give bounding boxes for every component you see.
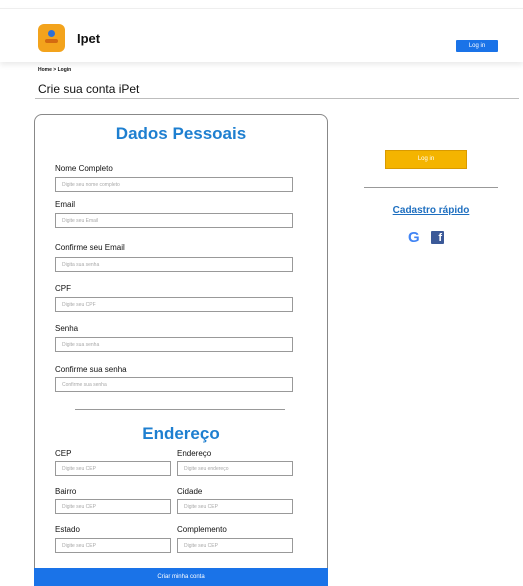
- confirm-email-label: Confirme seu Email: [55, 243, 125, 252]
- top-header: Ipet Log in: [0, 8, 523, 62]
- city-label: Cidade: [177, 487, 203, 496]
- complement-label: Complemento: [177, 525, 227, 534]
- sidebar-divider: [364, 187, 498, 188]
- cpf-label: CPF: [55, 284, 71, 293]
- email-label: Email: [55, 200, 76, 209]
- address-title: Endereço: [142, 424, 220, 443]
- section-divider: [75, 409, 285, 410]
- google-icon[interactable]: G: [408, 230, 420, 245]
- email-input[interactable]: [55, 213, 293, 228]
- confirm-password-label: Confirme sua senha: [55, 365, 127, 374]
- logo-dot: [48, 30, 55, 37]
- full-name-label: Nome Completo: [55, 164, 113, 173]
- district-input[interactable]: [55, 499, 171, 514]
- logo-bar: [45, 39, 58, 43]
- cpf-input[interactable]: [55, 297, 293, 312]
- title-divider: [35, 98, 519, 99]
- personal-data-title: Dados Pessoais: [115, 124, 247, 143]
- full-name-input[interactable]: [55, 177, 293, 192]
- brand-name[interactable]: Ipet: [77, 31, 100, 46]
- state-label: Estado: [55, 525, 80, 534]
- breadcrumb[interactable]: Home > Login: [38, 67, 71, 73]
- password-input[interactable]: [55, 337, 293, 352]
- ipet-logo-icon[interactable]: [38, 24, 65, 52]
- create-account-button[interactable]: Criar minha conta: [34, 568, 328, 586]
- signup-form-card: Dados Pessoais Nome Completo Email Confi…: [34, 114, 328, 586]
- cep-label: CEP: [55, 449, 72, 458]
- state-input[interactable]: [55, 538, 171, 553]
- street-input[interactable]: [177, 461, 293, 476]
- password-label: Senha: [55, 324, 79, 333]
- header-login-button[interactable]: Log in: [456, 40, 498, 52]
- sidebar-login-button[interactable]: Log in: [385, 150, 467, 169]
- confirm-password-input[interactable]: [55, 377, 293, 392]
- quick-signup-link[interactable]: Cadastro rápido: [364, 205, 498, 216]
- page-title: Crie sua conta iPet: [38, 82, 140, 96]
- facebook-icon[interactable]: f: [431, 231, 444, 244]
- cep-input[interactable]: [55, 461, 171, 476]
- district-label: Bairro: [55, 487, 77, 496]
- street-label: Endereço: [177, 449, 212, 458]
- confirm-email-input[interactable]: [55, 257, 293, 272]
- complement-input[interactable]: [177, 538, 293, 553]
- city-input[interactable]: [177, 499, 293, 514]
